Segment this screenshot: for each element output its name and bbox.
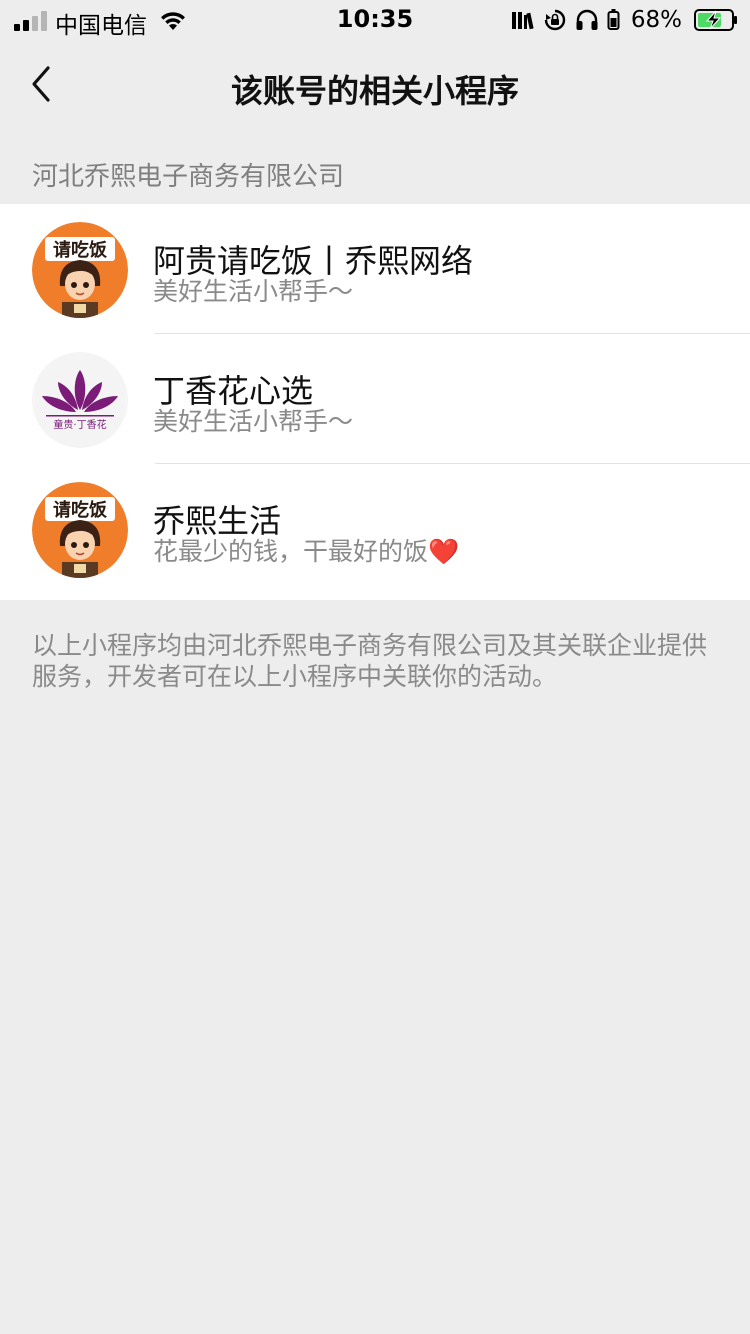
status-right-group: 68% <box>511 4 738 36</box>
battery-charging-icon <box>694 9 737 31</box>
headphones-icon <box>576 9 598 30</box>
navigation-bar: 该账号的相关小程序 <box>0 44 750 128</box>
rotation-lock-icon <box>544 9 566 31</box>
battery-percentage: 68% <box>630 7 682 33</box>
mini-program-list: 请吃饭 阿贵请吃饭丨乔熙网络 美好生活小帮手～ 童贵·丁香花 丁香花心选 美好生… <box>0 204 750 600</box>
mini-program-description: 美好生活小帮手～ <box>153 407 354 436</box>
mini-program-item[interactable]: 请吃饭 乔熙生活 花最少的钱，干最好的饭❤️ <box>0 464 750 600</box>
clove-flower-logo-avatar: 童贵·丁香花 <box>32 352 128 448</box>
page-title: 该账号的相关小程序 <box>230 72 519 110</box>
mini-program-description: 花最少的钱，干最好的饭❤️ <box>153 537 460 566</box>
avatar-logo-text: 童贵·丁香花 <box>53 418 106 431</box>
avatar-logo-text: 请吃饭 <box>53 499 107 521</box>
avatar-logo-text: 请吃饭 <box>53 239 107 261</box>
page: 中国电信 10:35 68% 该账号的相关小程序 河北乔熙电子商务有限公司 请吃… <box>0 0 750 1334</box>
mini-program-item[interactable]: 请吃饭 阿贵请吃饭丨乔熙网络 美好生活小帮手～ <box>0 204 750 334</box>
qingchifan-logo-avatar: 请吃饭 <box>32 482 128 578</box>
battery-detail-icon <box>607 9 620 30</box>
qingchifan-logo-avatar: 请吃饭 <box>32 222 128 318</box>
library-icon <box>511 12 534 30</box>
company-name: 河北乔熙电子商务有限公司 <box>32 162 345 192</box>
mini-program-item[interactable]: 童贵·丁香花 丁香花心选 美好生活小帮手～ <box>0 334 750 464</box>
clove-flower-logo-icon: 童贵·丁香花 <box>32 352 128 448</box>
mini-program-description: 美好生活小帮手～ <box>153 277 354 306</box>
qingchifan-logo-icon: 请吃饭 <box>32 222 128 318</box>
footer-note: 以上小程序均由河北乔熙电子商务有限公司及其关联企业提供服务，开发者可在以上小程序… <box>32 631 708 691</box>
qingchifan-logo-icon: 请吃饭 <box>32 482 128 578</box>
status-bar: 中国电信 10:35 68% <box>0 0 750 40</box>
